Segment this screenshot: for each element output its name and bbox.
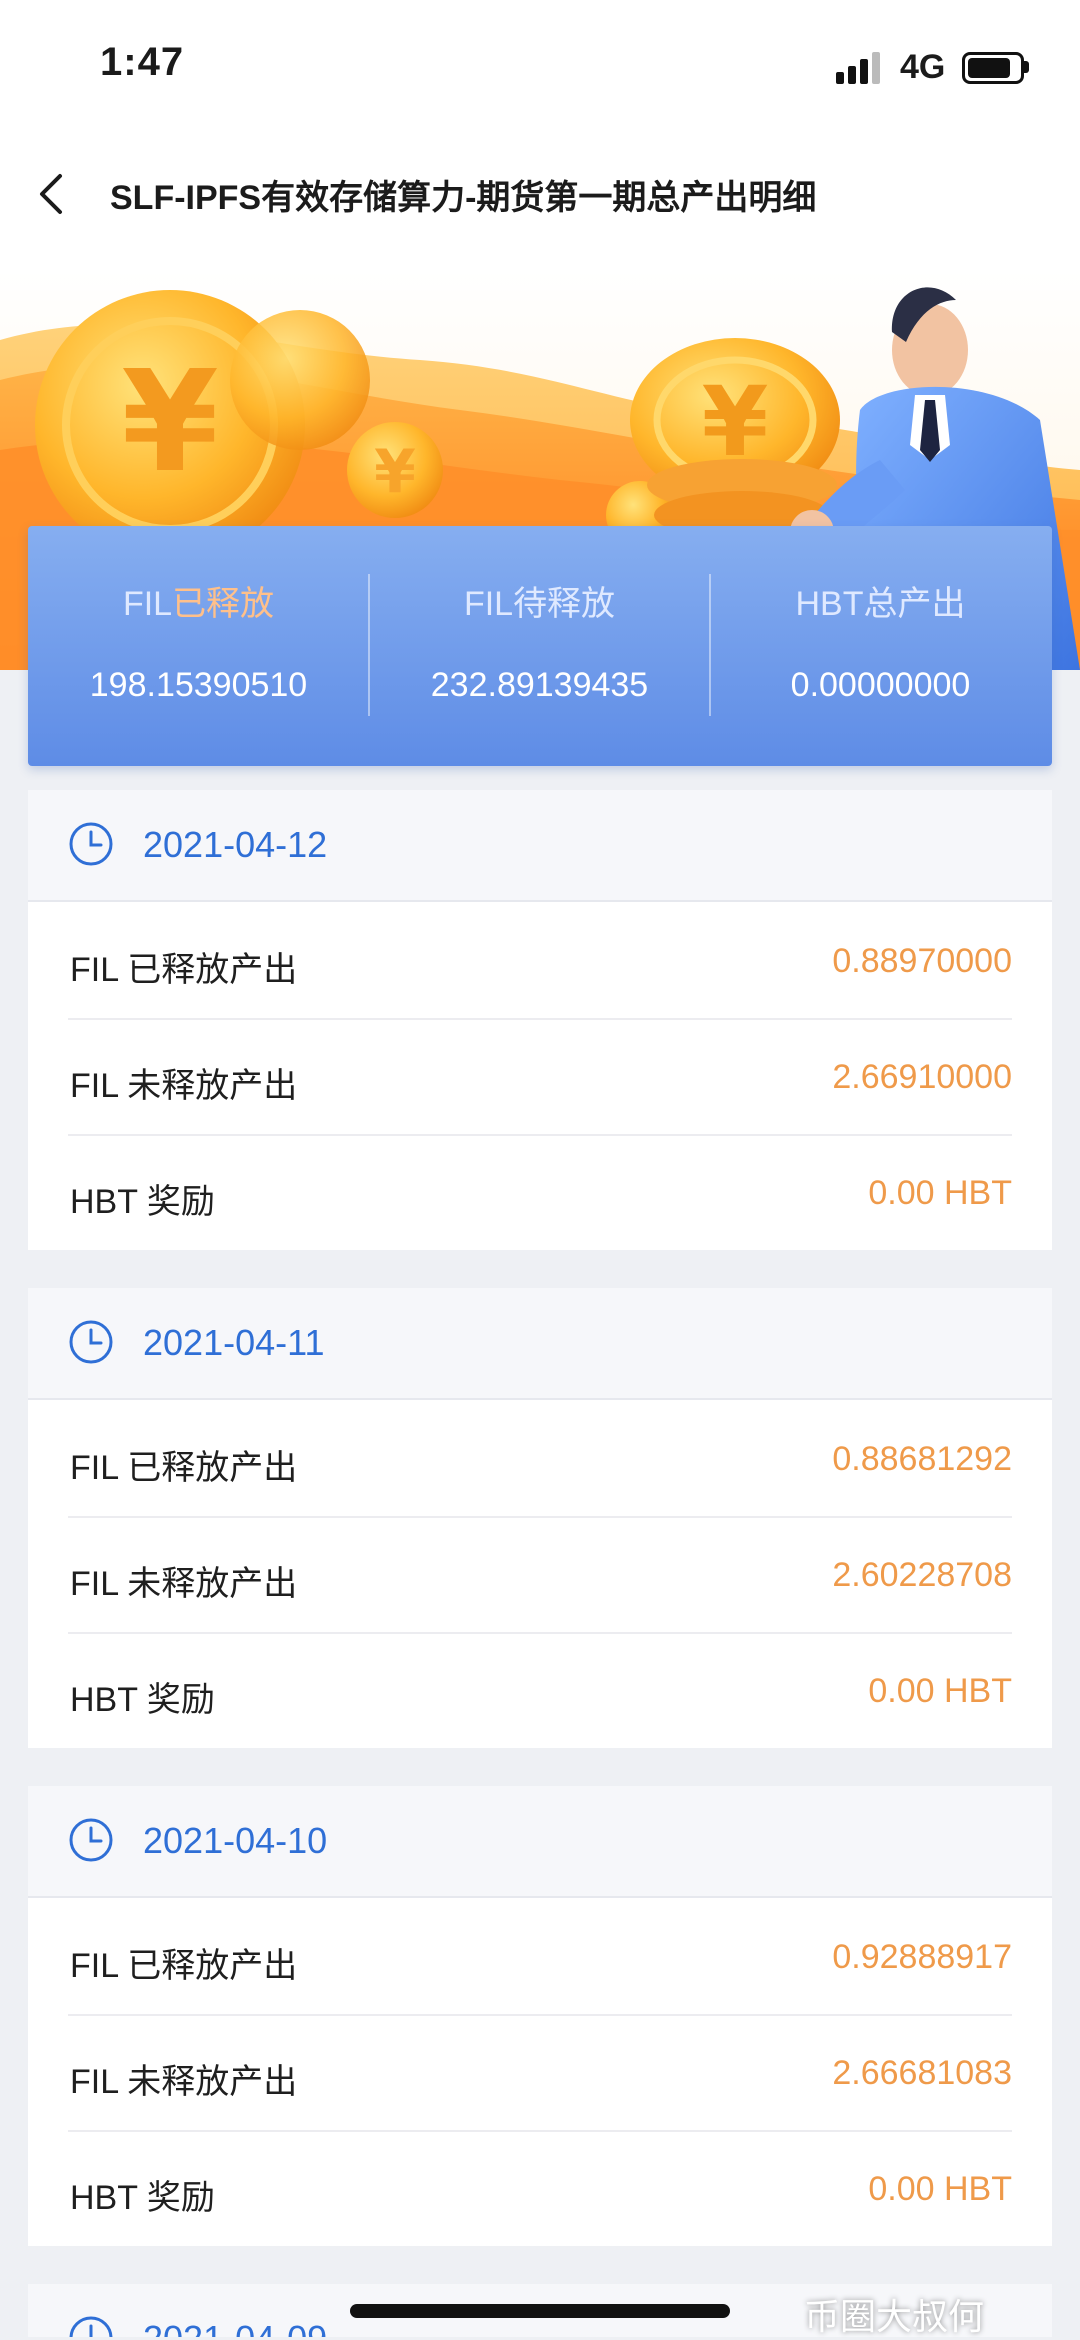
battery-icon [962,52,1024,84]
day-header: 2021-04-10 [28,1786,1052,1898]
signal-icon [836,50,884,84]
row-label: FIL 未释放产出 [70,1565,298,1603]
row-value: 2.66681083 [832,2054,1012,2092]
day-card: 2021-04-10 FIL 已释放产出 0.92888917 FIL 未释放产… [28,1786,1052,2246]
clock-icon [69,2316,113,2337]
stat-label: HBT总产出 [795,585,966,623]
day-date: 2021-04-09 [143,2318,327,2337]
row-label: FIL 未释放产出 [70,2063,298,2101]
stat-value: 0.00000000 [790,666,971,704]
stat-label: FIL已释放 [122,585,275,623]
day-header: 2021-04-12 [28,790,1052,902]
row-label: FIL 未释放产出 [70,1067,298,1105]
day-date: 2021-04-10 [143,1820,328,1861]
row-label: HBT 奖励 [70,1183,215,1221]
chevron-left-icon [40,174,62,214]
home-indicator[interactable] [350,2304,730,2318]
clock-icon [69,822,113,866]
row-hbt-reward: HBT 奖励 0.00 HBT [28,2130,1052,2246]
row-hbt-reward: HBT 奖励 0.00 HBT [28,1632,1052,1748]
row-label: FIL 已释放产出 [70,1449,298,1487]
status-time: 1:47 [100,40,185,84]
clock-icon [69,1320,113,1364]
row-value: 2.66910000 [832,1058,1012,1096]
svg-text:¥: ¥ [374,437,416,507]
stat-fil-pending: FIL待释放 232.89139435 [369,526,710,766]
row-fil-released: FIL 已释放产出 0.88681292 [28,1400,1052,1516]
row-value: 0.88681292 [832,1440,1012,1478]
row-label: HBT 奖励 [70,1681,215,1719]
summary-card: FIL已释放 198.15390510 FIL待释放 232.89139435 … [28,526,1052,766]
row-value: 2.60228708 [832,1556,1012,1594]
clock-icon [69,1818,113,1862]
row-fil-unreleased: FIL 未释放产出 2.66681083 [28,2014,1052,2130]
day-date: 2021-04-11 [143,1322,325,1363]
battery-tip [1024,61,1029,73]
stat-value: 198.15390510 [89,666,308,704]
watermark: 币圈大叔何 [804,2296,985,2337]
status-bar: 1:47 4G [0,0,1080,140]
row-fil-released: FIL 已释放产出 0.88970000 [28,902,1052,1018]
stat-label: FIL待释放 [463,585,616,623]
row-fil-unreleased: FIL 未释放产出 2.66910000 [28,1018,1052,1134]
day-header: 2021-04-11 [28,1288,1052,1400]
row-value: 0.92888917 [832,1938,1012,1976]
page-title: SLF-IPFS有效存储算力-期货第一期总产出明细 [110,179,817,217]
row-fil-released: FIL 已释放产出 0.92888917 [28,1898,1052,2014]
row-label: FIL 已释放产出 [70,1947,298,1985]
row-value: 0.88970000 [832,942,1012,980]
day-card: 2021-04-12 FIL 已释放产出 0.88970000 FIL 未释放产… [28,790,1052,1250]
back-button[interactable] [22,162,86,226]
row-value: 0.00 HBT [868,1672,1012,1710]
row-fil-unreleased: FIL 未释放产出 2.60228708 [28,1516,1052,1632]
day-card: 2021-04-11 FIL 已释放产出 0.88681292 FIL 未释放产… [28,1288,1052,1748]
day-date: 2021-04-12 [143,824,328,865]
stat-hbt-total: HBT总产出 0.00000000 [710,526,1051,766]
row-label: FIL 已释放产出 [70,951,298,989]
nav-bar: SLF-IPFS有效存储算力-期货第一期总产出明细 [0,140,1080,270]
stat-fil-released: FIL已释放 198.15390510 [28,526,369,766]
svg-text:¥: ¥ [121,341,218,504]
row-value: 0.00 HBT [868,1174,1012,1212]
row-hbt-reward: HBT 奖励 0.00 HBT [28,1134,1052,1250]
row-label: HBT 奖励 [70,2179,215,2217]
network-type: 4G [900,48,946,86]
stat-value: 232.89139435 [430,666,649,704]
row-value: 0.00 HBT [868,2170,1012,2208]
